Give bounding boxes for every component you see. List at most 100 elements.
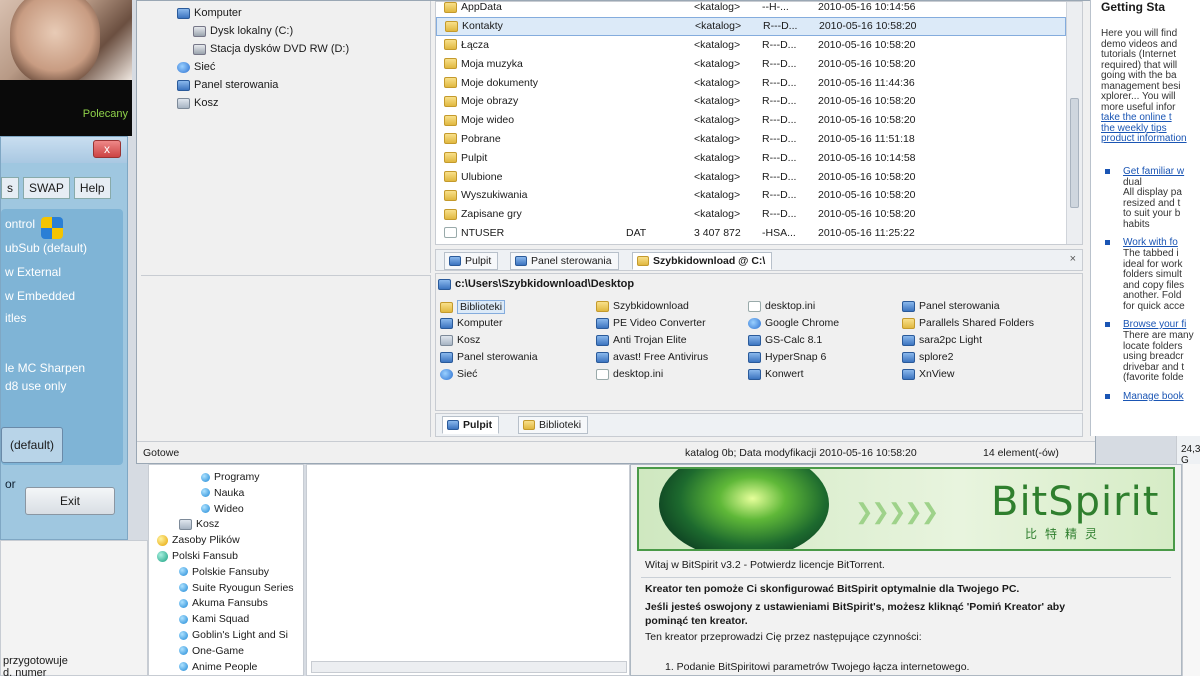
option-pubsub[interactable]: ubSub (default) xyxy=(5,241,87,255)
tree-node[interactable]: Goblin's Light and Si xyxy=(179,629,288,641)
file-row[interactable]: Łącza <katalog> R---D... 2010-05-16 10:58:2… xyxy=(436,36,1066,55)
close-tab-icon[interactable]: × xyxy=(1070,253,1076,265)
app-icon xyxy=(902,351,915,363)
help-link[interactable]: Browse your fi xyxy=(1123,319,1186,330)
desktop-item[interactable]: Parallels Shared Folders xyxy=(902,317,1034,329)
desktop-item[interactable]: Konwert xyxy=(748,368,804,380)
desktop-item[interactable]: XnView xyxy=(902,368,954,380)
file-row[interactable]: Moja muzyka <katalog> R---D... 2010-05-16 1… xyxy=(436,54,1066,73)
tab-control-panel[interactable]: Panel sterowania xyxy=(510,252,619,270)
desktop-item[interactable]: HyperSnap 6 xyxy=(748,351,826,363)
option-embedded[interactable]: w Embedded xyxy=(5,289,75,303)
help-paragraph-line: tutorials (Internet xyxy=(1101,49,1177,60)
horizontal-scrollbar[interactable] xyxy=(311,661,627,673)
help-paragraph-line[interactable]: the weekly tips xyxy=(1101,123,1167,134)
file-row[interactable]: Moje obrazy <katalog> R---D... 2010-05-16 1… xyxy=(436,92,1066,111)
close-button[interactable]: x xyxy=(93,140,121,158)
option-titles[interactable]: itles xyxy=(5,311,26,325)
help-link[interactable]: Work with fo xyxy=(1123,237,1178,248)
desktop-item[interactable]: avast! Free Antivirus xyxy=(596,351,708,363)
tab-biblioteki[interactable]: Biblioteki xyxy=(518,416,589,434)
desktop-item[interactable]: GS-Calc 8.1 xyxy=(748,334,822,346)
desktop-item[interactable]: sara2pc Light xyxy=(902,334,982,346)
menu-item-s[interactable]: s xyxy=(1,177,19,199)
file-size: <katalog> xyxy=(694,208,741,221)
tree-node[interactable]: Wideo xyxy=(201,503,244,515)
tree-node[interactable]: Akuma Fansubs xyxy=(179,597,268,609)
option-sharpen[interactable]: le MC Sharpen xyxy=(5,361,85,375)
file-row[interactable]: Moje wideo <katalog> R---D... 2010-05-16 10… xyxy=(436,111,1066,130)
file-attr: R---D... xyxy=(763,20,798,33)
tree-item-network[interactable]: Sieć xyxy=(177,61,215,73)
file-row[interactable]: AppData <katalog> --H-... 2010-05-16 10:14:… xyxy=(436,0,1066,17)
desktop-item[interactable]: Komputer xyxy=(440,317,503,329)
tree-node[interactable]: Suite Ryougun Series xyxy=(179,582,294,594)
scrollbar-thumb[interactable] xyxy=(1070,98,1079,208)
help-paragraph-line[interactable]: take the online t xyxy=(1101,112,1172,123)
tab-pulpit-bottom[interactable]: Pulpit xyxy=(442,416,500,434)
tree-item-drive-c[interactable]: Dysk lokalny (C:) xyxy=(193,25,293,37)
tab-szybkidownload[interactable]: Szybkidownload @ C:\ xyxy=(632,252,773,270)
path-bar[interactable]: c:\Users\Szybkidownload\Desktop xyxy=(438,278,634,290)
bullet-icon xyxy=(1105,168,1110,174)
help-link[interactable]: Get familiar w xyxy=(1123,166,1184,177)
desktop-item[interactable]: desktop.ini xyxy=(596,368,663,380)
tree-item-recycle-bin[interactable]: Kosz xyxy=(177,97,218,109)
desktop-item[interactable]: Sieć xyxy=(440,368,477,380)
folder-icon xyxy=(444,77,457,89)
vertical-scrollbar[interactable] xyxy=(1066,2,1082,244)
file-row[interactable]: Wyszukiwania <katalog> R---D... 2010-05-16 … xyxy=(436,186,1066,205)
tree-node[interactable]: Kami Squad xyxy=(179,613,249,625)
menu-item-swap[interactable]: SWAP xyxy=(23,177,70,199)
video-toolbar: Polecany xyxy=(0,80,132,136)
menu-item-help[interactable]: Help xyxy=(73,177,111,199)
help-item-text: to suit your b xyxy=(1123,208,1181,219)
tree-node[interactable]: Kosz xyxy=(179,518,219,530)
file-row[interactable]: Kontakty <katalog> R---D... 2010-05-16 10:5… xyxy=(436,16,1066,36)
desktop-item[interactable]: splore2 xyxy=(902,351,953,363)
file-row[interactable]: Pobrane <katalog> R---D... 2010-05-16 11:51… xyxy=(436,130,1066,149)
desktop-item[interactable]: Kosz xyxy=(440,334,480,346)
tree-node[interactable]: Zasoby Plików xyxy=(157,534,240,546)
tree-node[interactable]: Programy xyxy=(201,471,260,483)
desktop-item[interactable]: Panel sterowania xyxy=(902,300,1000,312)
option-control[interactable]: ontrol xyxy=(5,217,35,231)
file-row[interactable]: Pulpit <katalog> R---D... 2010-05-16 10:14:… xyxy=(436,148,1066,167)
desktop-item[interactable]: desktop.ini xyxy=(748,300,815,312)
folder-icon xyxy=(444,1,457,13)
tree-item-control-panel[interactable]: Panel sterowania xyxy=(177,79,278,91)
desktop-item[interactable]: Google Chrome xyxy=(748,317,839,329)
help-item-text: and copy files xyxy=(1123,279,1185,291)
tree-node[interactable]: Nauka xyxy=(201,487,244,499)
file-date: 2010-05-16 10:58:20 xyxy=(818,189,916,202)
desktop-item[interactable]: PE Video Converter xyxy=(596,317,706,329)
folder-icon xyxy=(444,114,457,126)
exit-button[interactable]: Exit xyxy=(25,487,115,515)
desktop-item[interactable]: Szybkidownload xyxy=(596,300,689,312)
tree-node[interactable]: Anime People xyxy=(179,661,257,673)
tree-node[interactable]: One-Game xyxy=(179,645,244,657)
file-size: <katalog> xyxy=(694,1,741,14)
tab-pulpit[interactable]: Pulpit xyxy=(444,252,499,270)
desktop-item[interactable]: Anti Trojan Elite xyxy=(596,334,687,346)
file-row[interactable]: Moje dokumenty <katalog> R---D... 2010-05-1… xyxy=(436,73,1066,92)
promo-label[interactable]: Polecany xyxy=(83,108,128,120)
desktop-item[interactable]: Biblioteki xyxy=(440,300,506,314)
file-row[interactable]: Ulubione <katalog> R---D... 2010-05-16 10:5… xyxy=(436,167,1066,186)
tree-node[interactable]: Polski Fansub xyxy=(157,550,238,562)
control-panel-icon xyxy=(440,351,453,363)
default-button[interactable]: (default) xyxy=(1,427,63,463)
bottom-tree: Programy Nauka Wideo Kosz Zasoby Plików Polsk… xyxy=(148,464,304,676)
tree-item-dvd[interactable]: Stacja dysków DVD RW (D:) xyxy=(193,43,349,55)
file-row[interactable]: NTUSER DAT 3 407 872 -HSA... 2010-05-16 11:2… xyxy=(436,224,1066,243)
desktop-item[interactable]: Panel sterowania xyxy=(440,351,538,363)
help-link[interactable]: Manage book xyxy=(1123,391,1184,402)
tree-node[interactable]: Polskie Fansuby xyxy=(179,566,269,578)
file-row[interactable]: Zapisane gry <katalog> R---D... 2010-05-16 … xyxy=(436,205,1066,224)
help-paragraph-line: xplorer... You will xyxy=(1101,91,1176,102)
bitspirit-wizard: ❯❯❯❯❯ BitSpirit 比特精灵 Witaj w BitSpirit v… xyxy=(630,464,1182,676)
tree-item-computer[interactable]: Komputer xyxy=(177,7,242,19)
option-external[interactable]: w External xyxy=(5,265,61,279)
file-size: <katalog> xyxy=(694,189,741,202)
help-paragraph-line[interactable]: product information xyxy=(1101,133,1187,144)
